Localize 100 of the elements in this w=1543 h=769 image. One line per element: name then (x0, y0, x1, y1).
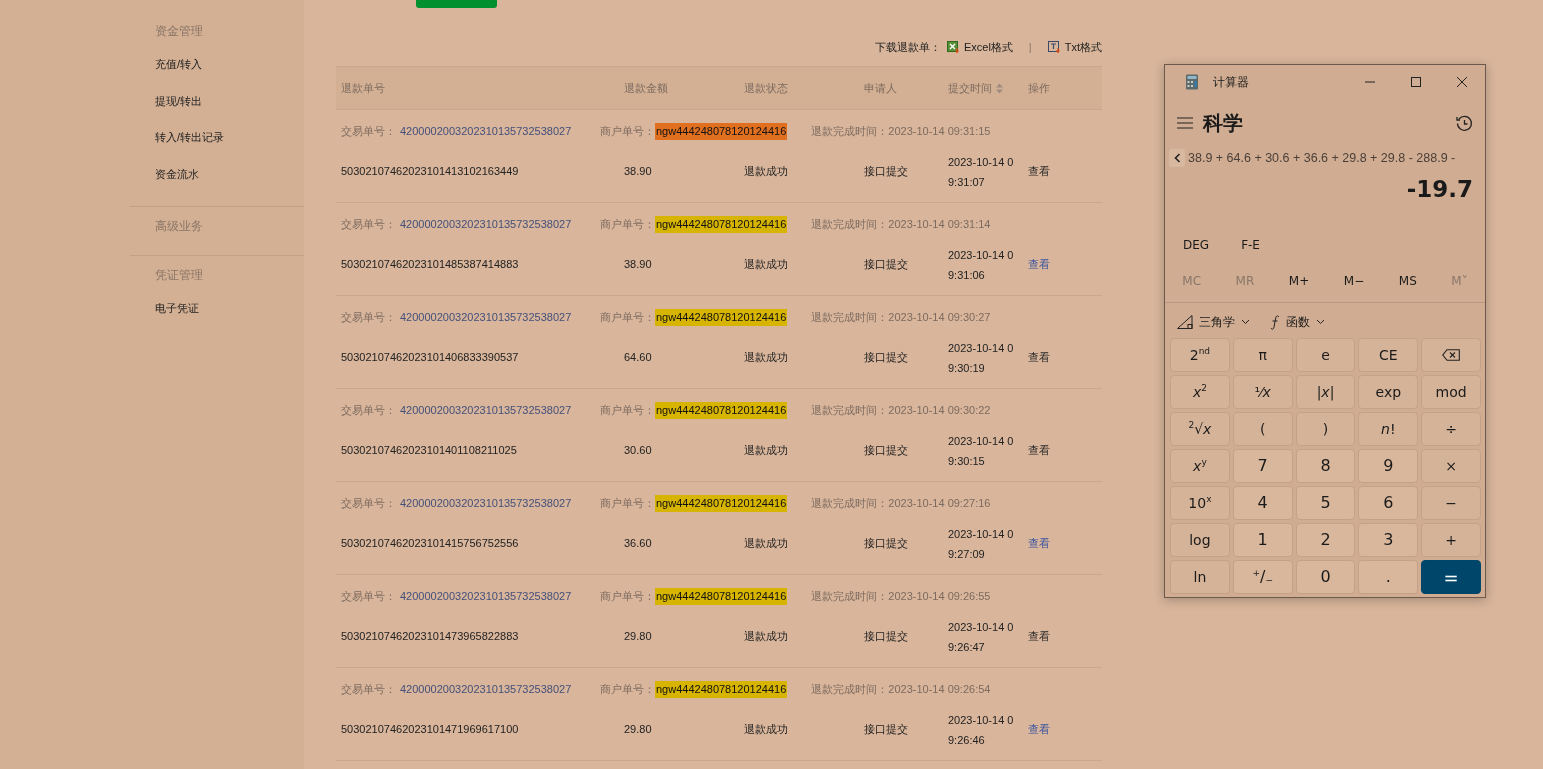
table-cell-text: 2023-10-14 09:27:09 (948, 526, 1015, 562)
column-header: 提交时间 (948, 80, 992, 96)
history-button[interactable] (1456, 114, 1473, 132)
merchant-number: ngw444248078120124416 (655, 309, 788, 326)
trade-number-link[interactable]: 4200002003202310135732538027 (400, 588, 572, 605)
view-link[interactable]: 查看 (1028, 723, 1050, 736)
table-cell-text: 50302107462023101406833390537 (341, 350, 520, 366)
sidebar-item[interactable]: 充值/转入 (155, 46, 304, 83)
mode-toggle-button[interactable]: DEG (1177, 232, 1216, 259)
sidebar-item[interactable]: 提现/转出 (155, 82, 304, 119)
dropdown-button[interactable]: 三角学 (1177, 313, 1250, 332)
equals-key[interactable]: = (1421, 560, 1481, 595)
number-key[interactable]: 8 (1295, 449, 1356, 484)
download-link[interactable]: Excel格式 (946, 38, 1013, 56)
view-link[interactable]: 查看 (1028, 630, 1050, 643)
sidebar-heading: 资金管理 (155, 23, 204, 40)
function-key[interactable]: + (1421, 523, 1481, 558)
memory-button[interactable]: M− (1337, 268, 1371, 295)
table-cell-text: 36.60 (624, 536, 653, 552)
trade-number-link[interactable]: 4200002003202310135732538027 (400, 402, 572, 419)
field-label: 交易单号： (341, 496, 396, 511)
table-cell-text: 38.90 (624, 257, 653, 273)
table-cell-text: 退款成功 (744, 164, 789, 180)
number-key[interactable]: . (1358, 560, 1419, 595)
number-key[interactable]: 7 (1232, 449, 1293, 484)
function-key[interactable]: ) (1295, 412, 1356, 447)
sidebar-item[interactable]: 资金流水 (155, 155, 304, 192)
table-cell-text: 退款成功 (744, 629, 789, 645)
table-cell-text: 退款成功 (744, 443, 789, 459)
download-link[interactable]: Txt格式 (1047, 38, 1102, 56)
table-cell-text: 接口提交 (864, 536, 909, 552)
function-key[interactable]: 2$^{nd}$ (1170, 338, 1230, 373)
dropdown-button[interactable]: 函数 (1270, 313, 1325, 332)
view-link[interactable]: 查看 (1028, 537, 1050, 550)
menu-button[interactable] (1177, 117, 1193, 129)
function-key[interactable]: ln (1170, 560, 1230, 595)
table-cell-text: 接口提交 (864, 257, 909, 273)
function-key[interactable]: − (1421, 486, 1481, 521)
trade-number-link[interactable]: 4200002003202310135732538027 (400, 123, 572, 140)
field-label: 交易单号： (341, 310, 396, 325)
table-cell-text: 38.90 (624, 164, 653, 180)
sort-icon (996, 82, 1003, 94)
table-cell-text: 50302107462023101471969617100 (341, 722, 520, 738)
view-link[interactable]: 查看 (1028, 165, 1050, 178)
column-header: 操作 (1028, 80, 1050, 96)
table-cell-text: 2023-10-14 09:31:07 (948, 154, 1015, 190)
field-label: 商户单号： (600, 589, 655, 604)
function-key[interactable]: π (1232, 338, 1293, 373)
backspace-key[interactable] (1421, 338, 1481, 373)
function-key[interactable]: x$^{2}$ (1170, 375, 1230, 410)
function-key[interactable]: × (1421, 449, 1481, 484)
table-cell-text: 接口提交 (864, 350, 909, 366)
function-key[interactable]: ÷ (1421, 412, 1481, 447)
window-title: 计算器 (1213, 74, 1249, 91)
trade-number-link[interactable]: 4200002003202310135732538027 (400, 216, 572, 233)
column-header: 申请人 (864, 80, 897, 96)
completion-time: 退款完成时间：2023-10-14 09:26:54 (811, 682, 991, 697)
completion-time: 退款完成时间：2023-10-14 09:26:55 (811, 589, 991, 604)
number-key[interactable]: 9 (1358, 449, 1419, 484)
function-key[interactable]: CE (1358, 338, 1419, 373)
function-key[interactable]: log (1170, 523, 1230, 558)
number-key[interactable]: 5 (1295, 486, 1356, 521)
table-cell-text: 接口提交 (864, 164, 909, 180)
function-key[interactable]: ¹⁄x (1232, 375, 1293, 410)
field-label: 交易单号： (341, 217, 396, 232)
number-key[interactable]: 0 (1295, 560, 1356, 595)
view-link[interactable]: 查看 (1028, 258, 1050, 271)
function-key[interactable]: x$^{y}$ (1170, 449, 1230, 484)
number-key[interactable]: 3 (1358, 523, 1419, 558)
function-key[interactable]: $^{2}$√x (1170, 412, 1230, 447)
trade-number-link[interactable]: 4200002003202310135732538027 (400, 681, 572, 698)
calculator-icon (1185, 74, 1199, 90)
table-cell-text: 接口提交 (864, 722, 909, 738)
function-key[interactable]: e (1295, 338, 1356, 373)
sidebar-item[interactable]: 转入/转出记录 (155, 119, 304, 156)
table-cell-text: 50302107462023101485387414883 (341, 257, 520, 273)
function-key[interactable]: |x| (1295, 375, 1356, 410)
table-cell-text: 2023-10-14 09:31:06 (948, 247, 1015, 283)
table-cell-text: 2023-10-14 09:26:46 (948, 712, 1015, 748)
function-key[interactable]: ( (1232, 412, 1293, 447)
memory-button[interactable]: MS (1392, 268, 1423, 295)
number-key[interactable]: 2 (1295, 523, 1356, 558)
scroll-left-button[interactable] (1169, 149, 1185, 168)
mode-toggle-button[interactable]: F-E (1235, 232, 1266, 259)
field-label: 商户单号： (600, 124, 655, 139)
completion-time: 退款完成时间：2023-10-14 09:31:14 (811, 217, 991, 232)
trade-number-link[interactable]: 4200002003202310135732538027 (400, 309, 572, 326)
view-link[interactable]: 查看 (1028, 444, 1050, 457)
sidebar-item[interactable]: 电子凭证 (155, 290, 304, 327)
trade-number-link[interactable]: 4200002003202310135732538027 (400, 495, 572, 512)
number-key[interactable]: 1 (1232, 523, 1293, 558)
number-key[interactable]: 4 (1232, 486, 1293, 521)
separator-text: | (1028, 39, 1032, 55)
function-key[interactable]: exp (1358, 375, 1419, 410)
memory-button[interactable]: M+ (1282, 268, 1316, 295)
view-link[interactable]: 查看 (1028, 351, 1050, 364)
number-key[interactable]: 6 (1358, 486, 1419, 521)
function-key[interactable]: 10$^{x}$ (1170, 486, 1230, 521)
function-key[interactable]: n! (1358, 412, 1419, 447)
function-key[interactable]: mod (1421, 375, 1481, 410)
